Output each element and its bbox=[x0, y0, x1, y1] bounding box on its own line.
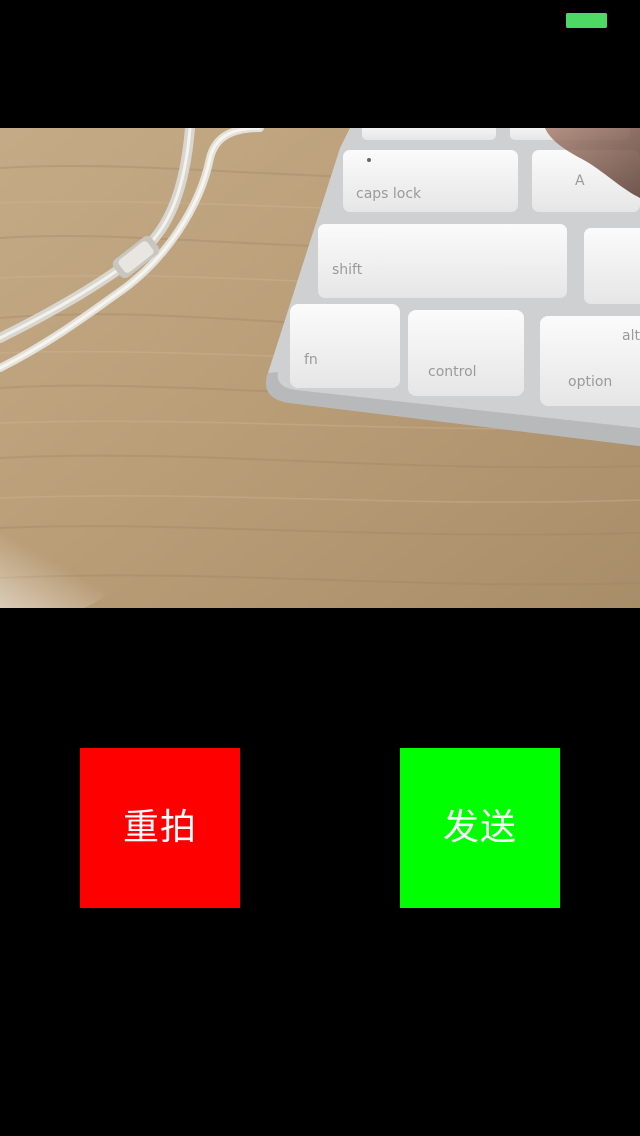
send-label: 发送 bbox=[442, 807, 517, 848]
control-key bbox=[408, 310, 524, 396]
alt-label: alt bbox=[622, 328, 640, 344]
photo-preview: caps lock A shift fn control alt option bbox=[0, 128, 640, 608]
send-button[interactable]: 发送 bbox=[400, 748, 560, 908]
control-label: control bbox=[428, 364, 477, 380]
shift-label: shift bbox=[332, 262, 363, 278]
battery-level-fill bbox=[566, 13, 607, 28]
a-key-label: A bbox=[575, 173, 585, 189]
battery-icon bbox=[566, 13, 607, 28]
option-label: option bbox=[568, 374, 612, 390]
camera-review-screen: caps lock A shift fn control alt option … bbox=[0, 0, 640, 1136]
shift-key bbox=[318, 224, 567, 298]
keyboard-photo: caps lock A shift fn control alt option bbox=[0, 128, 640, 608]
caps-lock-label: caps lock bbox=[356, 186, 422, 202]
retake-label: 重拍 bbox=[122, 807, 197, 848]
retake-button[interactable]: 重拍 bbox=[80, 748, 240, 908]
fn-key bbox=[290, 304, 400, 388]
fn-label: fn bbox=[304, 352, 318, 368]
